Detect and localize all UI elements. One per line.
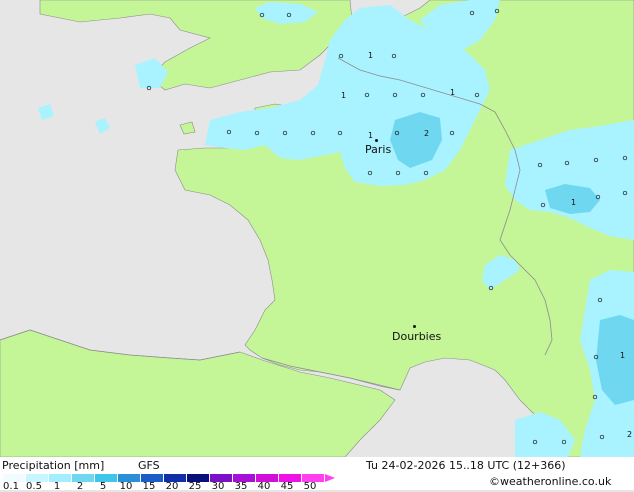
scale-overflow-arrow: [325, 474, 335, 482]
precip-value-label: 1: [368, 51, 373, 60]
scale-tick-label: 20: [165, 481, 179, 492]
footer-copyright[interactable]: ©weatheronline.co.uk: [489, 476, 611, 487]
scale-tick-label: 40: [257, 481, 271, 492]
precip-value-label: 2: [627, 430, 632, 439]
paris-marker: [375, 139, 378, 142]
scale-tick-label: 25: [188, 481, 202, 492]
precip-value-label: 1: [368, 131, 373, 140]
scale-tick-label: 5: [99, 481, 107, 492]
dourbies-marker: [413, 325, 416, 328]
footer-title: Precipitation [mm]: [2, 459, 105, 472]
scale-tick-label: 0.5: [26, 481, 42, 492]
precip-value-label: 1: [571, 198, 576, 207]
scale-tick-label: 15: [142, 481, 156, 492]
footer-model: GFS: [138, 459, 160, 472]
precip-value-label: 2: [424, 129, 429, 138]
scale-tick-label: 0.1: [3, 481, 19, 492]
scale-color-cell: [49, 474, 72, 482]
precip-value-label: 1: [620, 351, 625, 360]
precip-value-label: 1: [450, 88, 455, 97]
scale-color-cell: [72, 474, 95, 482]
scale-tick-label: 35: [234, 481, 248, 492]
scale-tick-label: 30: [211, 481, 225, 492]
precip-value-label: 1: [341, 91, 346, 100]
footer-timestamp: Tu 24-02-2026 15..18 UTC (12+366): [366, 459, 566, 472]
scale-tick-label: 10: [119, 481, 133, 492]
precipitation-map: 1 2 1 1 1 1 1 2: [0, 0, 634, 457]
place-label-dourbies: Dourbies: [392, 330, 442, 343]
scale-tick-label: 1: [53, 481, 61, 492]
scale-tick-label: 50: [303, 481, 317, 492]
place-label-paris: Paris: [365, 143, 392, 156]
scale-tick-label: 2: [76, 481, 84, 492]
scale-tick-label: 45: [280, 481, 294, 492]
scale-color-cell: [95, 474, 118, 482]
